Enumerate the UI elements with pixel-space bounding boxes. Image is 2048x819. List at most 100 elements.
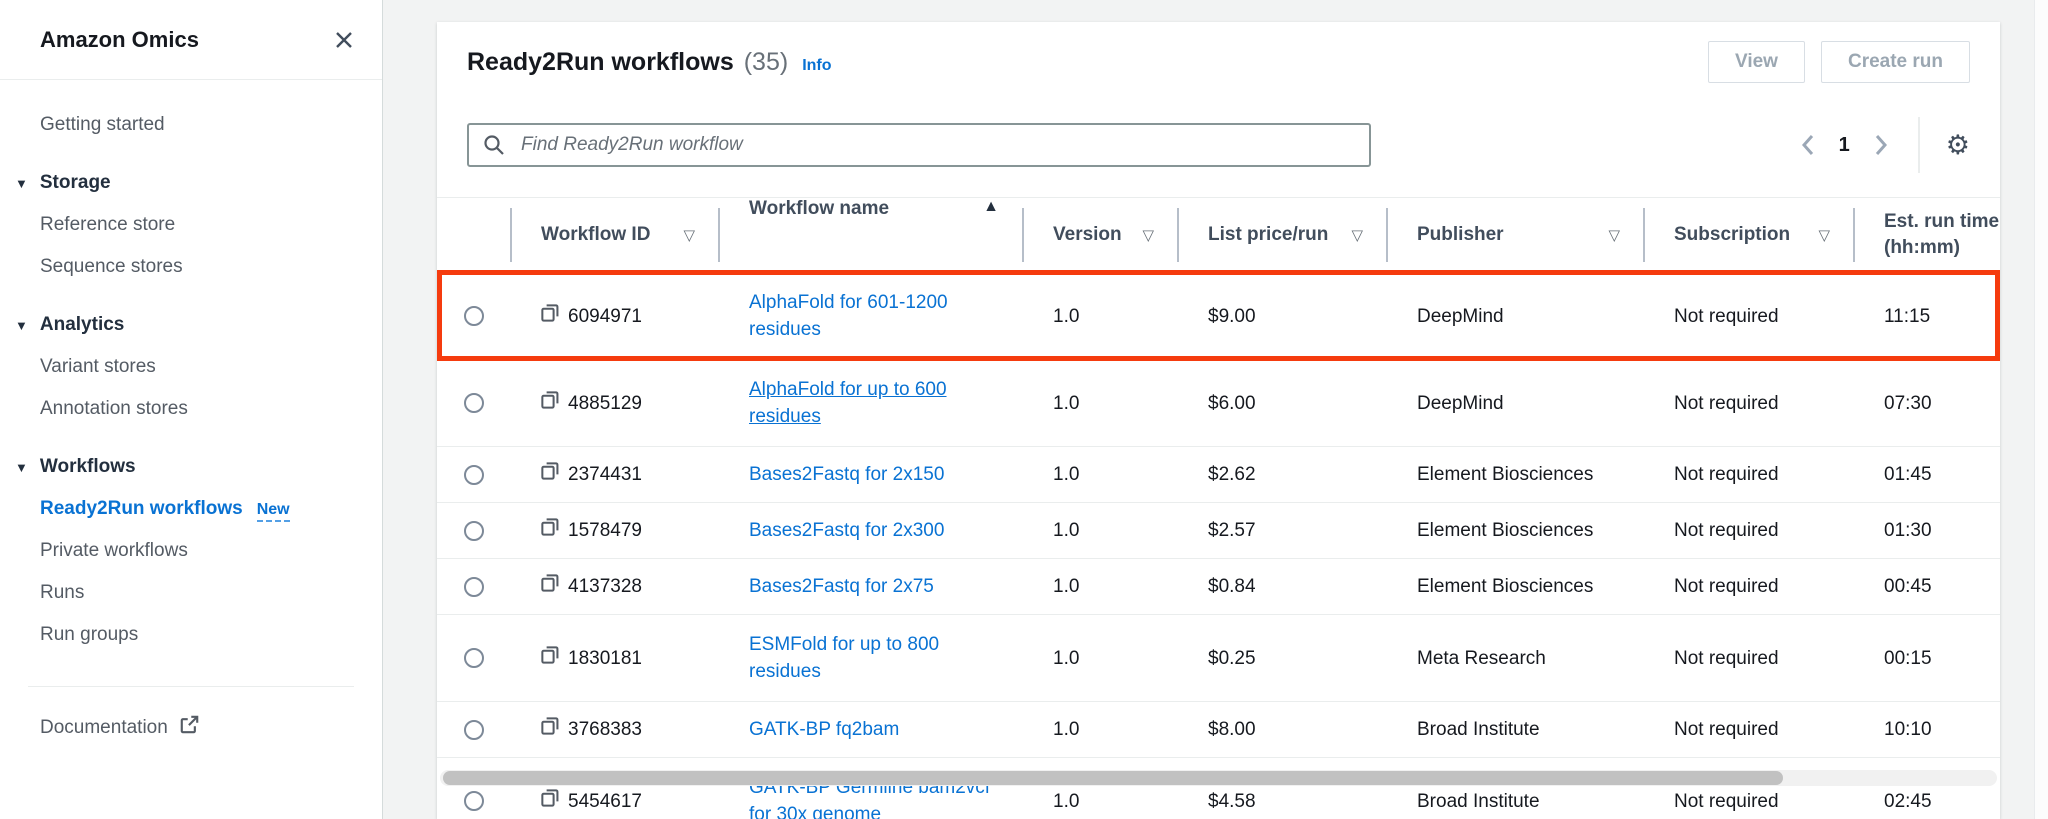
window-scrollbar-track[interactable] [2034,0,2048,819]
sidebar-item-runs[interactable]: Runs [0,572,382,614]
sort-icon[interactable]: ▽ [683,226,695,244]
table-row[interactable]: 4885129AlphaFold for up to 600 residues1… [437,359,2000,446]
table-row[interactable]: 5454617GATK-BP Germline bam2vcf for 30x … [437,757,2000,819]
search-input[interactable] [467,123,1371,167]
sidebar-item-label: Runs [40,582,84,603]
workflow-name-link[interactable]: GATK-BP fq2bam [749,716,899,743]
workflow-id-value: 6094971 [568,304,642,329]
list-price-cell: $4.58 [1178,758,1387,819]
row-select-cell [437,360,511,446]
version-cell: 1.0 [1023,273,1178,359]
current-page[interactable]: 1 [1839,134,1850,157]
copy-icon[interactable] [541,574,559,599]
create-run-button[interactable]: Create run [1821,41,1970,83]
column-separator [1022,208,1024,262]
copy-icon[interactable] [541,391,559,416]
column-header-workflow-name[interactable]: Workflow name▲ [719,198,1023,272]
copy-icon[interactable] [541,717,559,742]
next-page-button[interactable] [1870,130,1892,160]
close-icon[interactable] [334,30,354,50]
workflow-name-link[interactable]: ESMFold for up to 800 residues [749,631,999,685]
table-row[interactable]: 4137328Bases2Fastq for 2x751.0$0.84Eleme… [437,558,2000,614]
publisher-cell: Broad Institute [1387,758,1644,819]
list-price-cell: $6.00 [1178,360,1387,446]
column-header-subscription[interactable]: Subscription▽ [1644,198,1854,272]
sidebar-item-ready2run-workflows[interactable]: Ready2Run workflowsNew [0,488,382,530]
row-select-cell [437,447,511,502]
sort-icon[interactable]: ▽ [1351,226,1363,244]
horizontal-scrollbar-thumb[interactable] [443,771,1783,785]
workflow-name-link[interactable]: Bases2Fastq for 2x75 [749,573,934,600]
table-row[interactable]: 2374431Bases2Fastq for 2x1501.0$2.62Elem… [437,446,2000,502]
column-header-label: Publisher [1417,224,1504,246]
copy-icon[interactable] [541,518,559,543]
sidebar-item-reference-store[interactable]: Reference store [0,204,382,246]
row-radio-button[interactable] [464,791,484,811]
sidebar-item-variant-stores[interactable]: Variant stores [0,346,382,388]
horizontal-scrollbar-track[interactable] [440,770,1997,786]
workflow-name-link[interactable]: Bases2Fastq for 2x300 [749,517,944,544]
info-link[interactable]: Info [802,57,831,75]
workflow-name-link[interactable]: AlphaFold for 601-1200 residues [749,289,999,343]
column-header-label: List price/run [1208,224,1328,246]
table-row[interactable]: 3768383GATK-BP fq2bam1.0$8.00Broad Insti… [437,701,2000,757]
sidebar-item-sequence-stores[interactable]: Sequence stores [0,246,382,288]
workflow-name-link[interactable]: Bases2Fastq for 2x150 [749,461,944,488]
table-row[interactable]: 1578479Bases2Fastq for 2x3001.0$2.57Elem… [437,502,2000,558]
row-radio-button[interactable] [464,720,484,740]
column-header-publisher[interactable]: Publisher ▽ [1387,198,1644,272]
publisher-cell: DeepMind [1387,273,1644,359]
section-label: Workflows [40,456,136,478]
table-row[interactable]: 1830181ESMFold for up to 800 residues1.0… [437,614,2000,701]
select-all-column-header [437,198,511,272]
chevron-down-icon: ▼ [15,177,28,190]
sort-ascending-icon[interactable]: ▲ [983,198,999,216]
settings-gear-icon[interactable]: ⚙ [1946,132,1970,159]
workflow-id-value: 4885129 [568,391,642,416]
column-header-list-price-run[interactable]: List price/run ▽ [1178,198,1387,272]
row-radio-button[interactable] [464,521,484,541]
sidebar-nav: Getting started ▼StorageReference storeS… [0,80,382,656]
copy-icon[interactable] [541,789,559,814]
column-header-version[interactable]: Version▽ [1023,198,1178,272]
table-row[interactable]: 6094971 AlphaFold for 601-1200 residues 1.… [437,273,2000,359]
copy-icon[interactable] [541,462,559,487]
sidebar-item-run-groups[interactable]: Run groups [0,614,382,656]
sidebar-item-getting-started[interactable]: Getting started [0,104,382,146]
panel-header: Ready2Run workflows (35) Info View Creat… [437,22,2000,94]
row-radio-button[interactable] [464,577,484,597]
sort-icon[interactable]: ▽ [1818,226,1830,244]
workflow-id-value: 2374431 [568,462,642,487]
column-header-workflow-id[interactable]: Workflow ID▽ [511,198,719,272]
sort-icon[interactable]: ▽ [1608,226,1620,244]
row-radio-button[interactable] [464,648,484,668]
row-radio-button[interactable] [464,393,484,413]
sidebar-item-private-workflows[interactable]: Private workflows [0,530,382,572]
row-radio-button[interactable] [464,465,484,485]
workflow-id-wrap: 1830181 [541,646,642,671]
section-toggle-analytics[interactable]: ▼Analytics [0,304,382,346]
table-header-row: Workflow ID▽Workflow name▲Version▽List p… [437,197,2000,273]
copy-icon[interactable] [541,304,559,329]
workflow-id-wrap: 4885129 [541,391,642,416]
app-canvas: Amazon Omics Getting started ▼StorageRef… [0,0,2048,819]
subscription-cell: Not required [1644,447,1854,502]
section-toggle-storage[interactable]: ▼Storage [0,162,382,204]
sort-icon[interactable]: ▽ [1142,226,1154,244]
previous-page-button[interactable] [1797,130,1819,160]
workflows-table: Workflow ID▽Workflow name▲Version▽List p… [437,197,2000,819]
view-button[interactable]: View [1708,41,1805,83]
workflow-id-wrap: 6094971 [541,304,642,329]
sidebar-section-storage: ▼StorageReference storeSequence stores [0,162,382,288]
column-header-est-run-time[interactable]: Est. run time(hh:mm) [1854,198,2000,272]
sidebar-item-documentation[interactable]: Documentation [0,687,382,740]
row-radio-button[interactable] [464,306,484,326]
column-separator [1853,208,1855,262]
sidebar-title: Amazon Omics [40,27,199,53]
copy-icon[interactable] [541,646,559,671]
workflow-id-value: 5454617 [568,789,642,814]
section-toggle-workflows[interactable]: ▼Workflows [0,446,382,488]
workflow-name-cell: Bases2Fastq for 2x300 [719,503,1023,558]
workflow-name-link[interactable]: AlphaFold for up to 600 residues [749,376,999,430]
sidebar-item-annotation-stores[interactable]: Annotation stores [0,388,382,430]
